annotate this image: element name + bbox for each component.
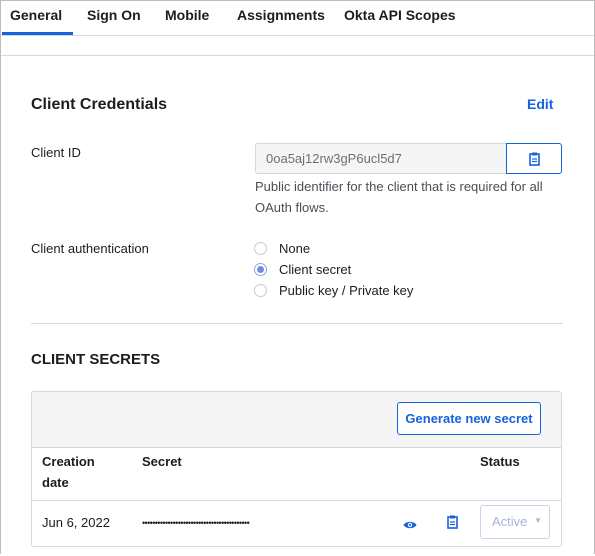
tab-bar: General Sign On Mobile Assignments Okta … bbox=[1, 1, 594, 36]
client-id-help-text: Public identifier for the client that is… bbox=[255, 179, 543, 215]
client-authentication-label: Client authentication bbox=[31, 241, 149, 256]
secret-status-dropdown[interactable]: Active ▼ bbox=[480, 505, 550, 539]
section-divider bbox=[31, 323, 563, 324]
caret-down-icon: ▼ bbox=[534, 516, 542, 525]
tab-general[interactable]: General bbox=[1, 7, 74, 35]
column-header-status: Status bbox=[480, 454, 520, 469]
client-secrets-table: Generate new secret Creation date Secret… bbox=[31, 391, 562, 547]
eye-icon bbox=[403, 521, 417, 529]
column-header-secret: Secret bbox=[142, 454, 182, 469]
radio-none-label: None bbox=[279, 241, 311, 256]
tab-okta-api-scopes[interactable]: Okta API Scopes bbox=[344, 7, 456, 23]
table-row-divider bbox=[32, 500, 561, 501]
tab-mobile[interactable]: Mobile bbox=[165, 7, 209, 23]
copy-secret-button[interactable] bbox=[446, 515, 458, 534]
radio-client-secret[interactable] bbox=[254, 263, 267, 276]
generate-new-secret-button[interactable]: Generate new secret bbox=[397, 402, 541, 435]
radio-public-private-key[interactable] bbox=[254, 284, 267, 297]
clipboard-icon bbox=[447, 515, 458, 529]
copy-client-id-button[interactable] bbox=[506, 143, 562, 174]
client-secrets-toolbar: Generate new secret bbox=[32, 392, 561, 448]
column-header-creation-date: Creation date bbox=[42, 454, 95, 490]
client-secrets-title: CLIENT SECRETS bbox=[31, 351, 161, 368]
radio-none[interactable] bbox=[254, 242, 267, 255]
tab-assignments[interactable]: Assignments bbox=[237, 7, 325, 23]
tab-sign-on[interactable]: Sign On bbox=[87, 7, 141, 23]
edit-link[interactable]: Edit bbox=[527, 96, 553, 112]
client-id-label: Client ID bbox=[31, 145, 81, 160]
client-id-field[interactable]: 0oa5aj12rw3gP6ucl5d7 bbox=[255, 143, 507, 174]
radio-client-secret-label: Client secret bbox=[279, 262, 352, 277]
secret-masked-value: ••••••••••••••••••••••••••••••••••••••••… bbox=[142, 518, 250, 528]
secret-status-value: Active bbox=[492, 514, 528, 529]
secret-creation-date: Jun 6, 2022 bbox=[42, 515, 110, 530]
clipboard-icon bbox=[529, 152, 540, 166]
radio-public-private-key-label: Public key / Private key bbox=[279, 283, 414, 298]
client-credentials-title: Client Credentials bbox=[31, 96, 168, 113]
reveal-secret-button[interactable] bbox=[403, 517, 417, 535]
